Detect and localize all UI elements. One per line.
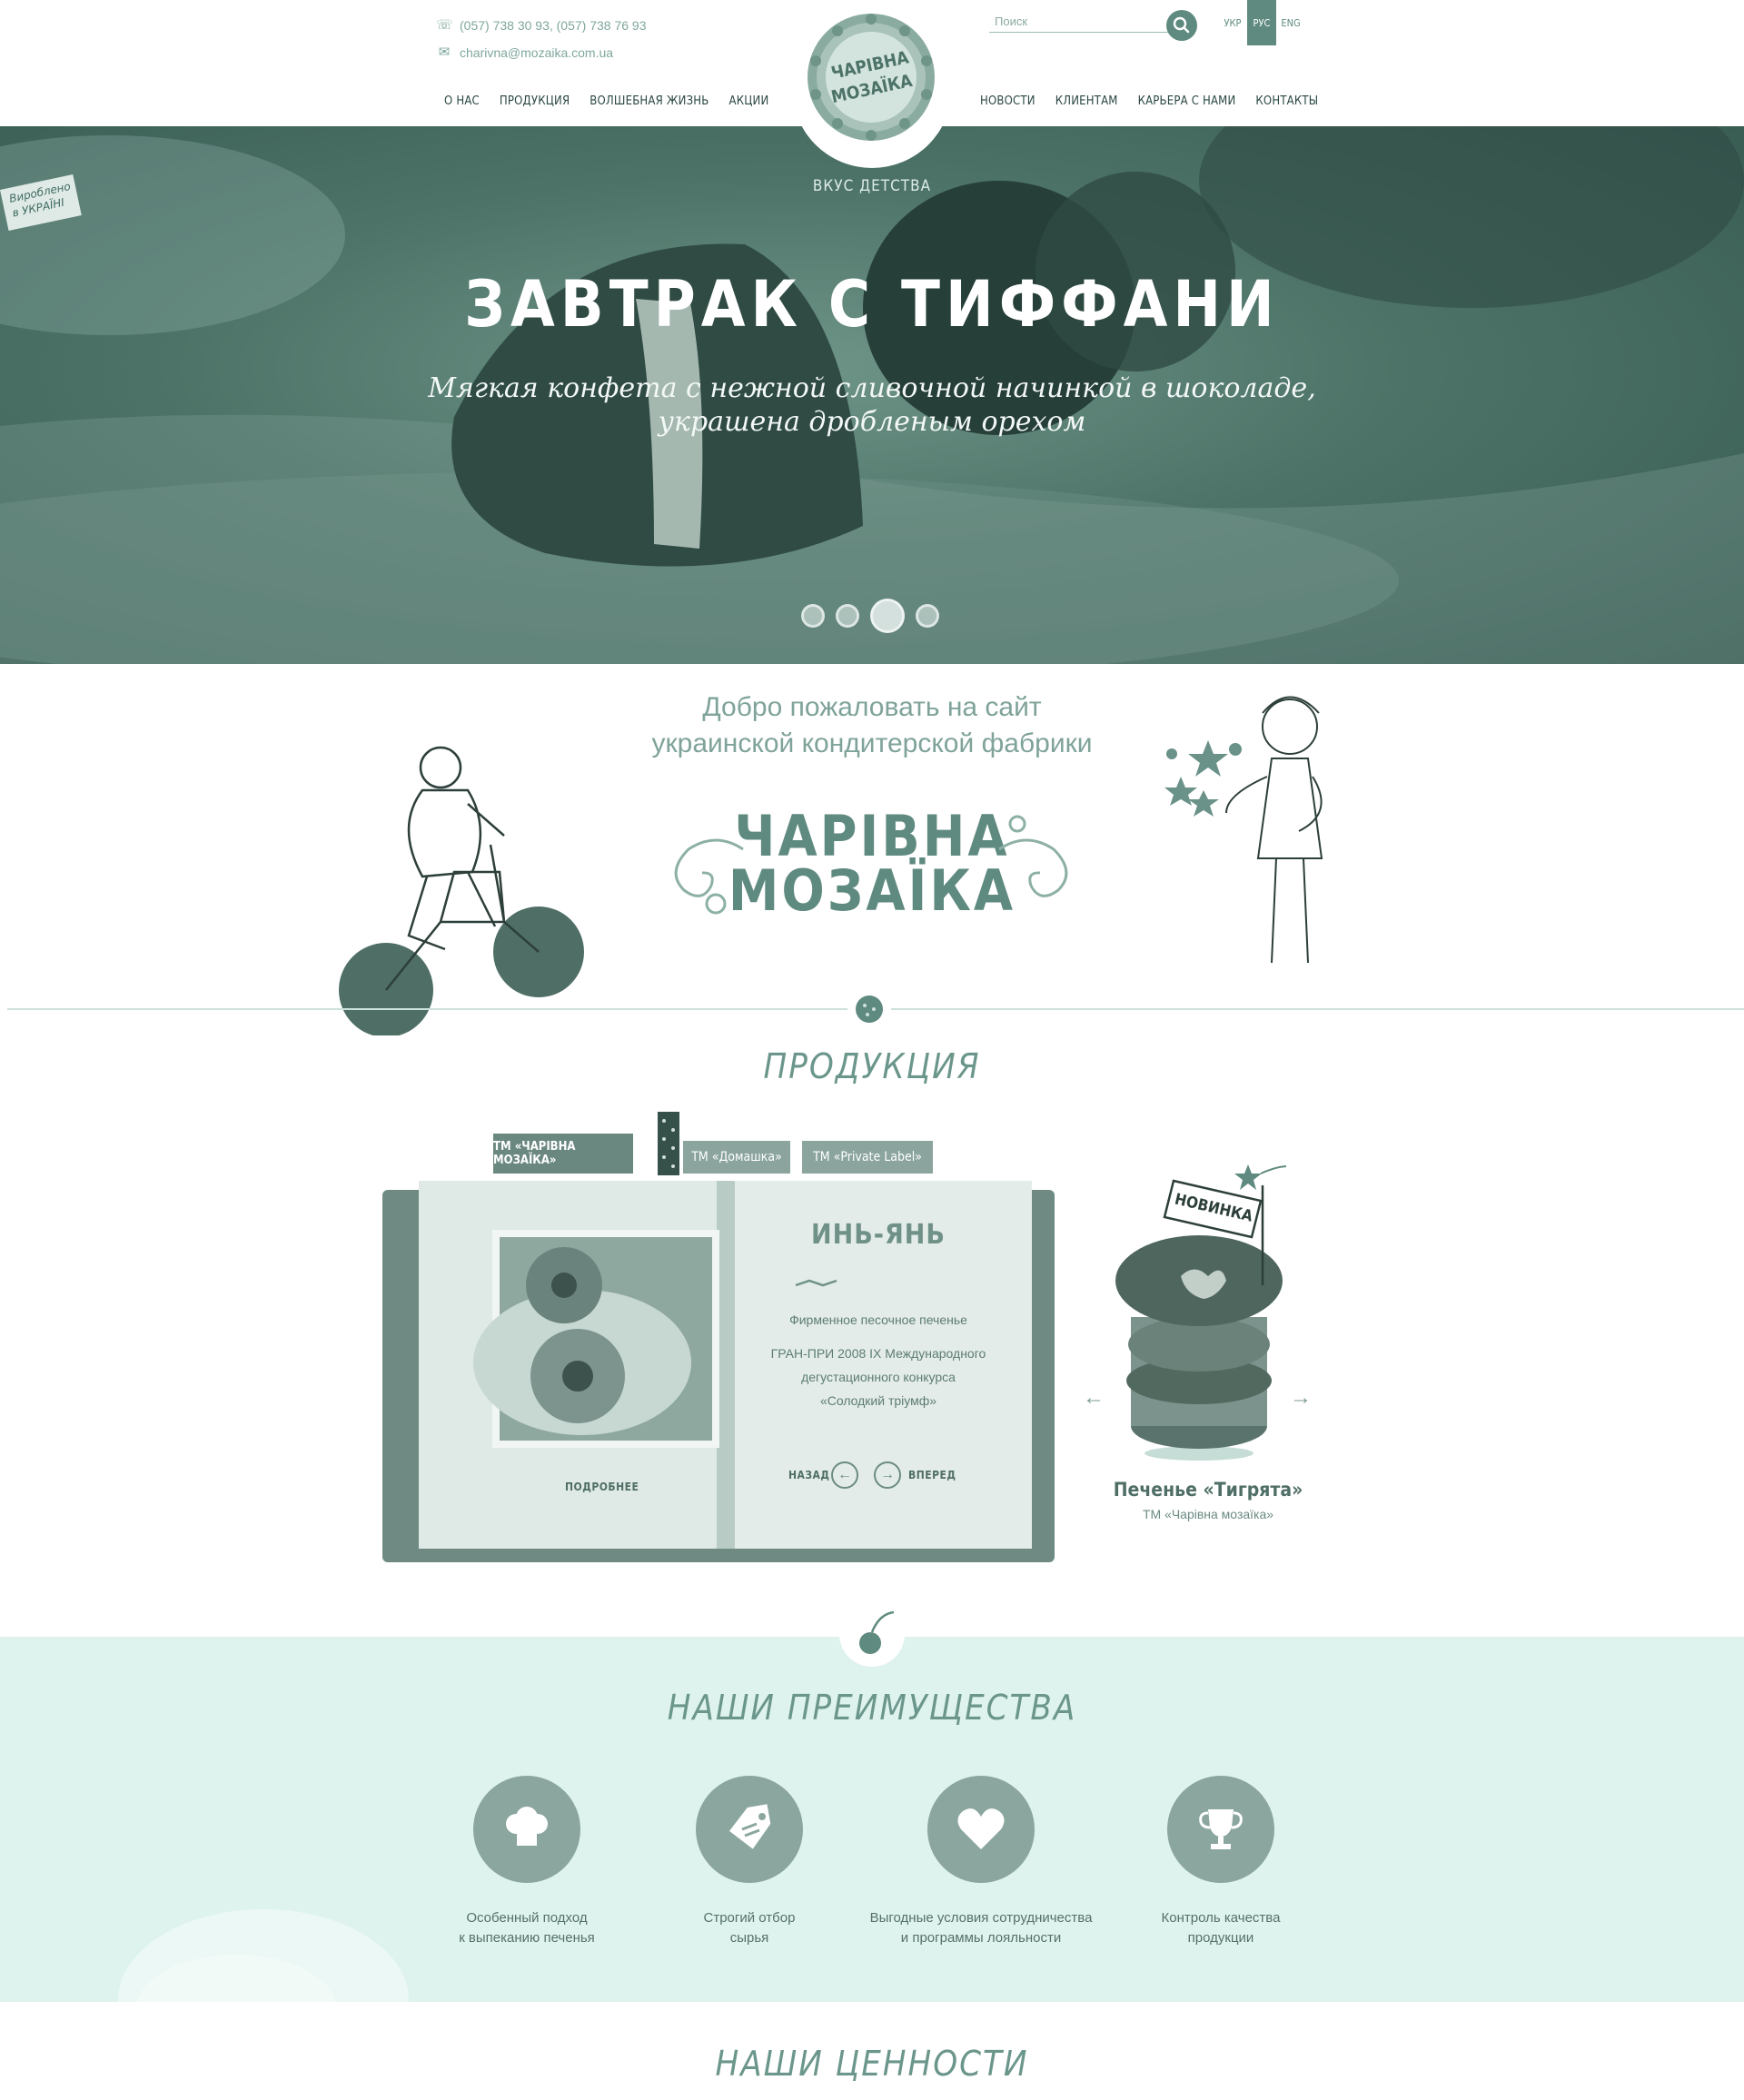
tag-icon (728, 1804, 771, 1849)
girl-with-flowers-illustration (1164, 696, 1323, 964)
advantage-icon-circle[interactable] (473, 1776, 580, 1883)
advantage-label-line-1: Выгодные условия сотрудничества (869, 1910, 1093, 1926)
cyclist-illustration (339, 746, 584, 1035)
advantage-item: Выгодные условия сотрудничества и програ… (867, 1776, 1095, 1948)
phone-contact: ☏ (057) 738 30 93, (057) 738 76 93 (436, 18, 647, 33)
lang-rus[interactable]: РУС (1247, 0, 1276, 45)
slider-dot[interactable] (916, 604, 939, 628)
star-icon (1234, 1164, 1287, 1190)
nav-right: НОВОСТИ КЛИЕНТАМ КАРЬЕРА С НАМИ КОНТАКТЫ (980, 94, 1318, 108)
advantage-label-line-2: сырья (729, 1930, 769, 1946)
back-arrow-icon[interactable]: ← (831, 1461, 858, 1489)
nav-item-about[interactable]: О НАС (444, 94, 480, 108)
cherry-icon (859, 1610, 895, 1654)
left-swirl-ornament (674, 838, 744, 915)
tab-private-label[interactable]: ТМ «Private Label» (802, 1141, 933, 1174)
nav-item-career[interactable]: КАРЬЕРА С НАМИ (1138, 94, 1236, 108)
right-swirl-ornament (998, 815, 1068, 897)
search-icon (1173, 16, 1190, 34)
tab-charivna-mozaika[interactable]: ТМ «ЧАРІВНА МОЗАЇКА» (493, 1134, 633, 1174)
advantage-item: Строгий отбор сырья (636, 1776, 863, 1948)
book-product-description: Фирменное песочное печенье (789, 1312, 967, 1327)
advantage-item: Особенный подход к выпеканию печенья (413, 1776, 640, 1948)
advantage-icon-circle[interactable] (927, 1776, 1035, 1883)
nav-item-magic-life[interactable]: ВОЛШЕБНАЯ ЖИЗНЬ (590, 94, 708, 108)
back-label[interactable]: НАЗАД (788, 1469, 830, 1481)
advantage-label-line-1: Строгий отбор (703, 1910, 796, 1926)
email-contact[interactable]: ✉ charivna@mozaika.com.ua (436, 45, 613, 60)
brand-line-1: ЧАРІВНА (734, 803, 1010, 869)
bookmark-ribbon (658, 1112, 679, 1175)
advantage-icon-circle[interactable] (1167, 1776, 1274, 1883)
envelope-icon: ✉ (438, 45, 451, 60)
advantage-label-line-1: Контроль качества (1161, 1910, 1281, 1926)
slider-dot[interactable] (801, 604, 825, 628)
nav-item-contacts[interactable]: КОНТАКТЫ (1255, 94, 1318, 108)
featured-product-brand: ТМ «Чарівна мозаїка» (1142, 1507, 1274, 1521)
advantage-icon-circle[interactable] (696, 1776, 803, 1883)
nav-item-clients[interactable]: КЛИЕНТАМ (1055, 94, 1118, 108)
welcome-line-2: украинской кондитерской фабрики (651, 728, 1093, 758)
cookie-divider-icon (847, 987, 891, 1031)
trophy-icon (1199, 1809, 1243, 1849)
search-input[interactable]: Поиск (989, 13, 1173, 33)
hero-title: ЗАВТРАК С ТИФФАНИ (464, 267, 1280, 342)
slider-dot-active[interactable] (870, 599, 905, 633)
advantage-label-line-2: к выпеканию печенья (459, 1930, 595, 1946)
values-section-title: НАШИ ЦЕННОСТИ (715, 2044, 1029, 2084)
advantage-item: Контроль качества продукции (1107, 1776, 1334, 1948)
heart-icon (957, 1808, 1005, 1849)
book-product-title: ИНЬ-ЯНЬ (811, 1219, 946, 1251)
hero-subtitle-line-2: украшена дробленым орехом (658, 406, 1086, 438)
welcome-line-1: Добро пожаловать на сайт (702, 692, 1042, 722)
advantage-label-line-1: Особенный подход (466, 1910, 588, 1926)
advantages-section-title: НАШИ ПРЕИМУЩЕСТВА (667, 1688, 1077, 1728)
tab-domashka[interactable]: ТМ «Домашка» (683, 1141, 790, 1174)
email-link[interactable]: charivna@mozaika.com.ua (460, 45, 613, 60)
language-switcher: УКР РУС ENG (1218, 0, 1305, 45)
nav-item-news[interactable]: НОВОСТИ (980, 94, 1036, 108)
advantage-label: Контроль качества продукции (1107, 1908, 1334, 1948)
nav-item-products[interactable]: ПРОДУКЦИЯ (500, 94, 570, 108)
products-section-title: ПРОДУКЦИЯ (763, 1046, 981, 1086)
advantage-label: Строгий отбор сырья (636, 1908, 863, 1948)
lang-ukr[interactable]: УКР (1218, 0, 1247, 45)
nav-item-promotions[interactable]: АКЦИИ (729, 94, 769, 108)
hero-slider: Вироблено в УКРАЇНІ ВКУС ДЕТСТВА ЗАВТРАК… (0, 126, 1744, 664)
product-prev-arrow-icon[interactable]: ← (1083, 1385, 1105, 1411)
book-award-line-1: ГРАН-ПРИ 2008 IX Международного (770, 1346, 986, 1361)
advantage-label-line-2: и программы лояльности (900, 1930, 1062, 1946)
slider-dot[interactable] (836, 604, 859, 628)
featured-product-name[interactable]: Печенье «Тигрята» (1072, 1479, 1344, 1501)
phone-numbers: (057) 738 30 93, (057) 738 76 93 (460, 18, 647, 33)
hero-tagline: ВКУС ДЕТСТВА (812, 177, 932, 195)
cherry-badge (839, 1601, 905, 1667)
site-logo[interactable]: ЧАРІВНА МОЗАЇКА (805, 11, 937, 144)
brand-line-2: МОЗАЇКА (728, 857, 1016, 924)
advantage-label: Выгодные условия сотрудничества и програ… (867, 1908, 1095, 1948)
product-next-arrow-icon[interactable]: → (1290, 1385, 1312, 1411)
advantage-label-line-2: продукции (1187, 1930, 1254, 1946)
hero-subtitle-line-1: Мягкая конфета с нежной сливочной начинк… (428, 372, 1316, 404)
book-award-line-2: дегустационного конкурса (801, 1370, 956, 1384)
book-award-line-3: «Солодкий тріумф» (819, 1393, 937, 1408)
chef-hat-icon (506, 1807, 548, 1846)
featured-product-image: НОВИНКА (1115, 1179, 1283, 1461)
nav-left: О НАС ПРОДУКЦИЯ ВОЛШЕБНАЯ ЖИЗНЬ АКЦИИ (444, 94, 788, 108)
search-button[interactable] (1166, 10, 1197, 41)
phone-icon: ☏ (436, 17, 453, 33)
forward-arrow-icon[interactable]: → (874, 1461, 901, 1489)
more-link[interactable]: ПОДРОБНЕЕ (565, 1481, 639, 1493)
slider-dots (801, 599, 939, 633)
forward-label[interactable]: ВПЕРЕД (908, 1469, 956, 1481)
lang-eng[interactable]: ENG (1276, 0, 1305, 45)
hero-subtitle: Мягкая конфета с нежной сливочной начинк… (0, 371, 1744, 439)
advantage-label: Особенный подход к выпеканию печенья (413, 1908, 640, 1948)
